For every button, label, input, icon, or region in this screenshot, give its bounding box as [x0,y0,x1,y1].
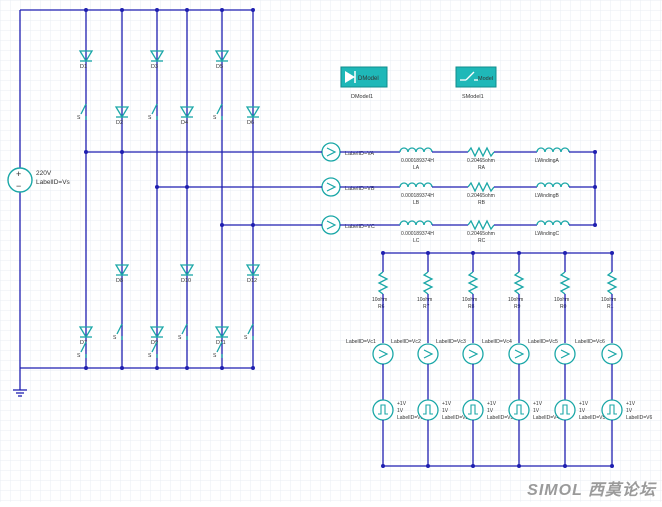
load-resistor-value: 10ohm [601,297,616,303]
load-resistor-value: 10ohm [462,297,477,303]
diode-label: D6 [247,120,254,126]
voltmeter[interactable] [417,343,439,365]
resistor-value: 0.20465ohm [467,158,495,164]
pulse-v1: +1V [442,401,452,407]
svg-text:+: + [16,169,21,179]
resistor-value: 0.20465ohm [467,193,495,199]
voltmeter-label: LabelID=Vc3 [436,339,466,345]
diode-model-name: DModel1 [351,94,373,100]
resistor-name: RA [478,165,486,171]
pulse-v1: +1V [626,401,636,407]
diode-label: D12 [247,278,257,284]
source-label: LabelID=Vs [36,179,71,186]
voltmeter[interactable] [601,343,623,365]
pulse-v2: 1V [579,408,586,414]
pulse-v1: +1V [397,401,407,407]
voltmeter-label: LabelID=Vc2 [391,339,421,345]
voltmeter-label: LabelID=Vc5 [528,339,558,345]
inductor-name: LC [413,238,420,244]
voltmeter[interactable] [372,343,394,365]
load-resistor-value: 10ohm [372,297,387,303]
voltmeter[interactable] [554,343,576,365]
pulse-source[interactable] [462,399,484,421]
schematic-svg: + − 220V LabelID=Vs D1SD7SD2D8SD3SD9SD4D… [0,0,662,502]
pulse-v2: 1V [533,408,540,414]
pulse-v1: +1V [579,401,589,407]
pulse-v1: +1V [487,401,497,407]
voltmeter-label: LabelID=Vc6 [575,339,605,345]
diode-label: D8 [116,278,123,284]
pulse-v1: +1V [533,401,543,407]
pulse-v2: 1V [442,408,449,414]
load-resistor-value: 10ohm [417,297,432,303]
inductor-name: LB [413,200,420,206]
diode-label: D4 [181,120,188,126]
pulse-v2: 1V [397,408,404,414]
diode-label: D1 [80,64,87,70]
schematic-canvas[interactable]: + − 220V LabelID=Vs D1 S D7 S D2 D8 S D3 S D9 S D4 D… [0,0,662,502]
switch-model-name: SModel1 [462,94,484,100]
resistor-name: RC [478,238,486,244]
voltmeter[interactable] [462,343,484,365]
load-resistor-value: 10ohm [508,297,523,303]
resistor-value: 0.20465ohm [467,231,495,237]
pulse-label: LabelID=V6 [626,415,652,421]
diode-label: D10 [181,278,191,284]
pulse-source[interactable] [372,399,394,421]
inductor-value: 0.000189374H [401,231,434,237]
watermark-logo: SIMOL 西莫论坛 [527,482,656,499]
pulse-label: LabelID=V5 [579,415,605,421]
inductor-value: 0.000189374H [401,193,434,199]
winding-name: LWindingC [535,231,559,237]
diode-label: D2 [116,120,123,126]
winding-name: LWindingA [535,158,559,164]
load-resistor-value: 10ohm [554,297,569,303]
pulse-label: LabelID=V3 [487,415,513,421]
pulse-source[interactable] [601,399,623,421]
svg-text:−: − [16,181,21,191]
voltmeter-label: LabelID=Vc4 [482,339,512,345]
ammeter[interactable] [321,142,341,162]
pulse-v2: 1V [626,408,633,414]
svg-text:DModel: DModel [358,76,379,82]
ammeter[interactable] [321,177,341,197]
source-value: 220V [36,170,52,177]
resistor-name: RB [478,200,486,206]
pulse-source[interactable] [508,399,530,421]
pulse-label: LabelID=V4 [533,415,559,421]
pulse-source[interactable] [417,399,439,421]
pulse-v2: 1V [487,408,494,414]
svg-text:Model: Model [478,76,493,82]
diode-label: D5 [216,64,223,70]
inductor-name: LA [413,165,420,171]
pulse-source[interactable] [554,399,576,421]
inductor-value: 0.000189374H [401,158,434,164]
voltmeter-label: LabelID=Vc1 [346,339,376,345]
voltmeter[interactable] [508,343,530,365]
diode-label: D3 [151,64,158,70]
winding-name: LWindingB [535,193,559,199]
ammeter[interactable] [321,215,341,235]
grid-background [0,0,662,502]
